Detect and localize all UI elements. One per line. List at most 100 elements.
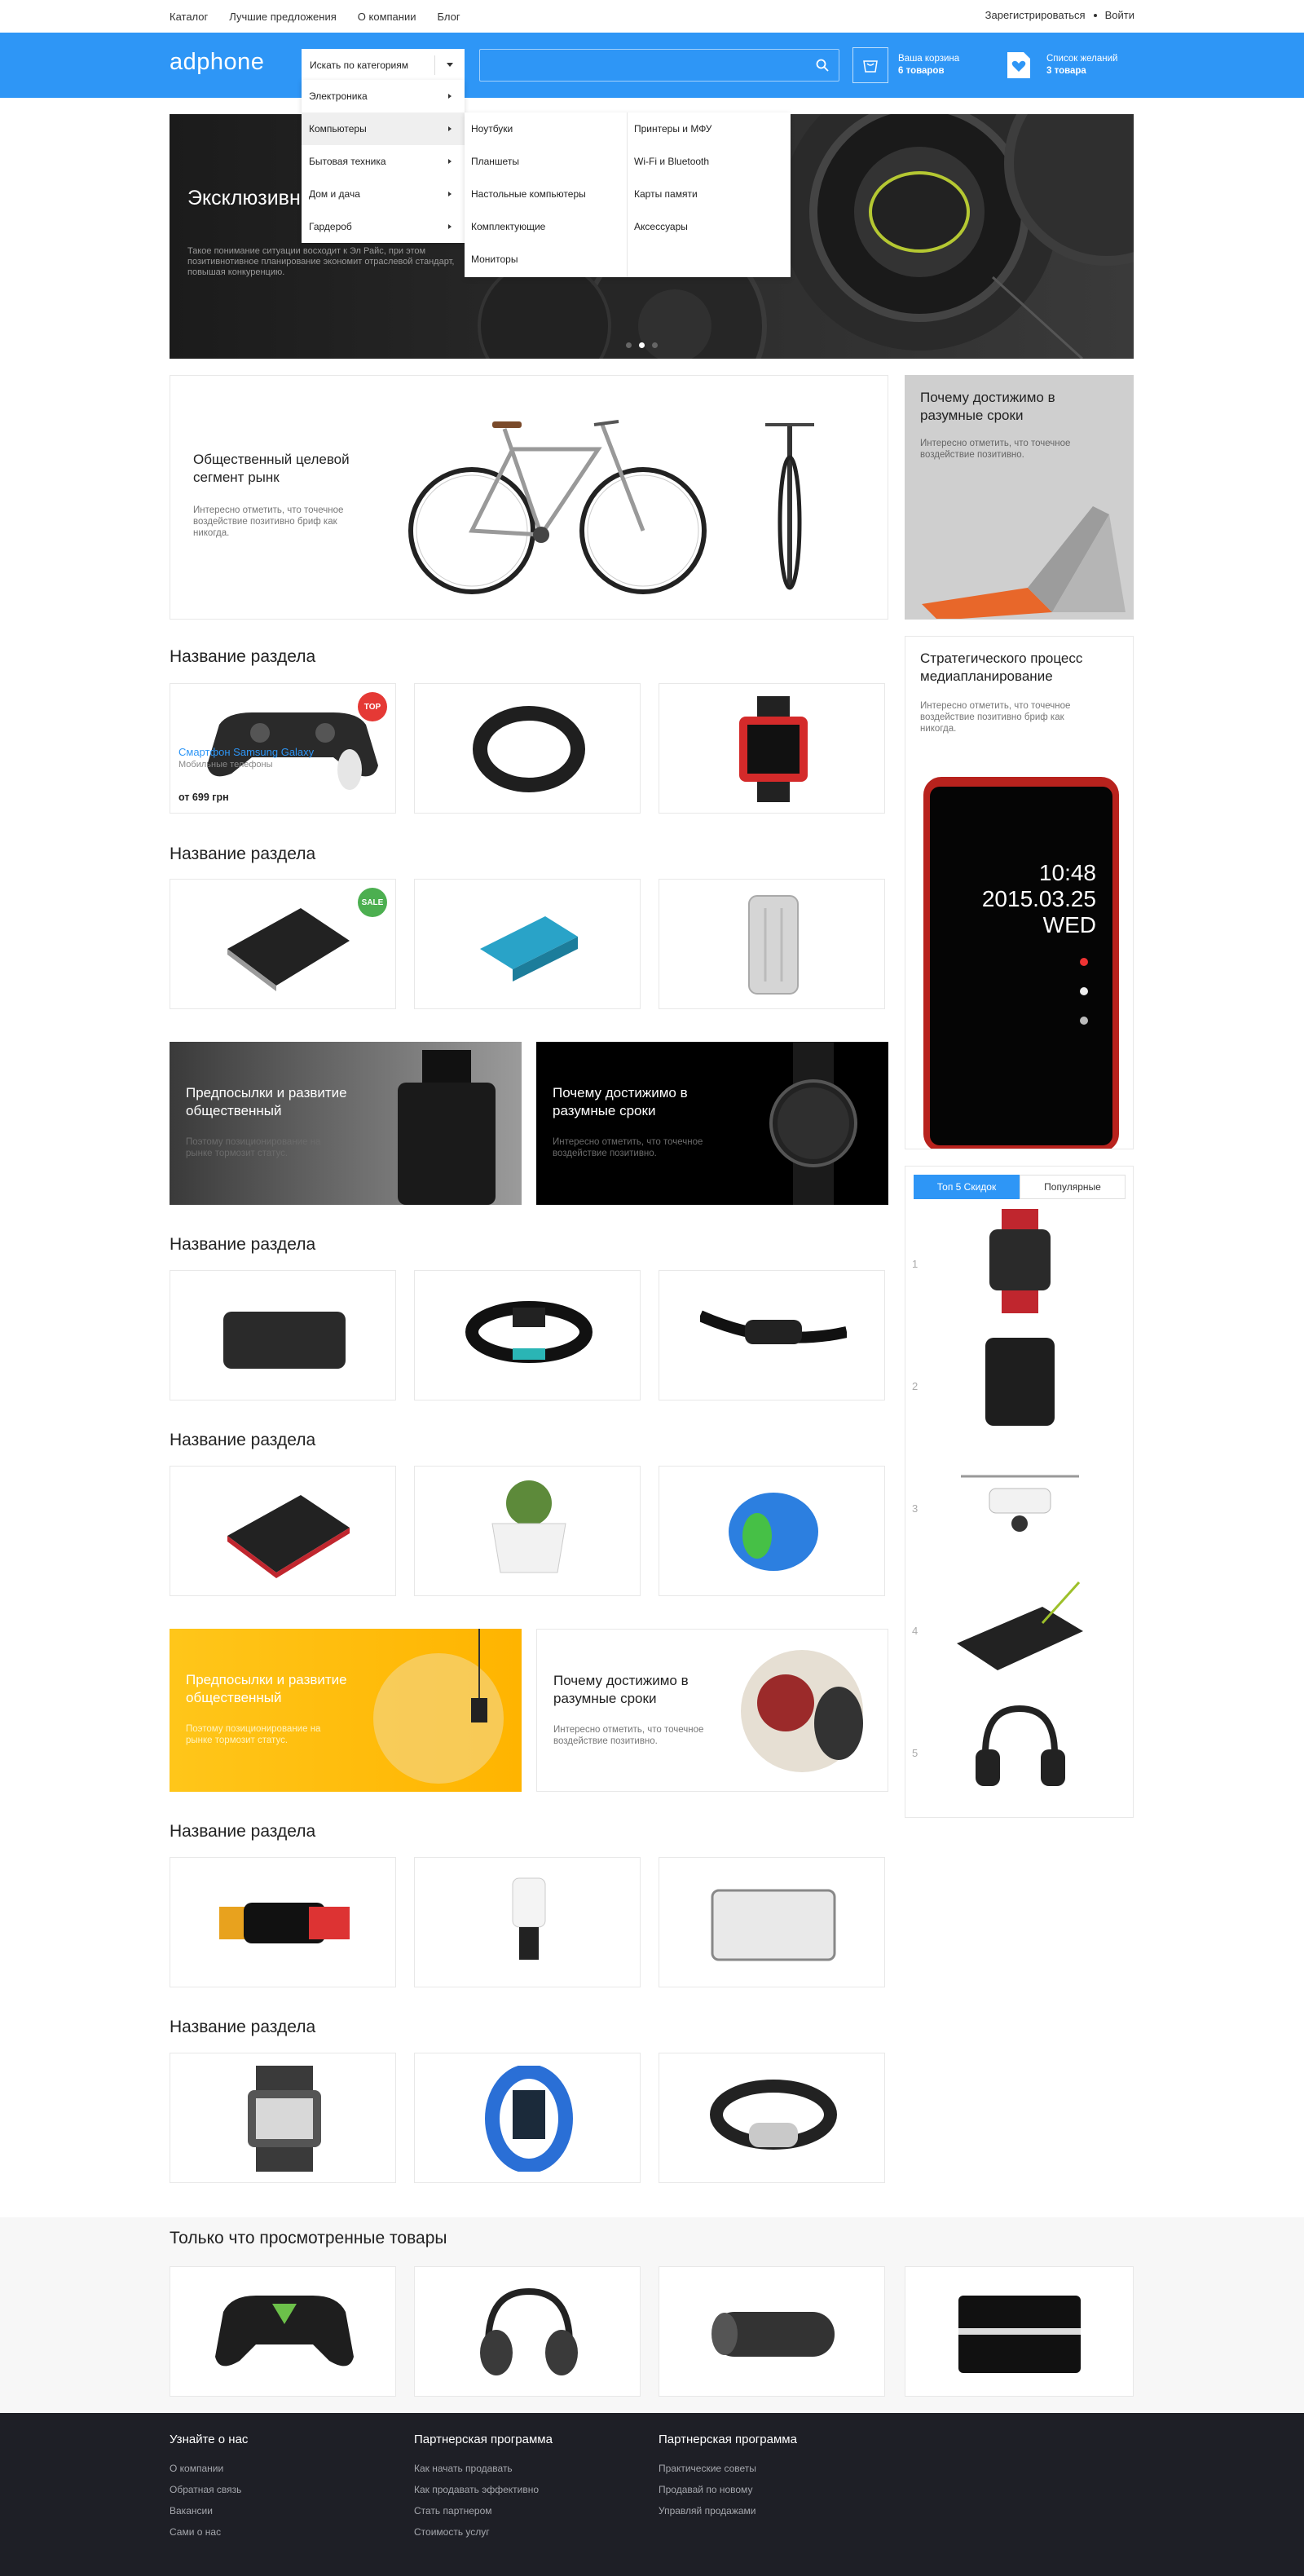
submenu-item-tablets[interactable]: Планшеты [465, 145, 627, 178]
dropdown-item-electronics[interactable]: Электроника [302, 80, 465, 112]
product-card[interactable] [414, 879, 641, 1009]
promo-phone[interactable]: Стратегического процесс медиапланировани… [905, 636, 1134, 1149]
product-card[interactable] [170, 2053, 396, 2183]
submenu-item-accessories[interactable]: Аксессуары [628, 210, 791, 243]
promo-bike[interactable]: Общественный целевой сегмент рынк Интере… [170, 375, 888, 620]
submenu-column: Ноутбуки Планшеты Настольные компьютеры … [465, 112, 628, 277]
submenu-item-printers[interactable]: Принтеры и МФУ [628, 112, 791, 145]
submenu-item-desktops[interactable]: Настольные компьютеры [465, 178, 627, 210]
product-card[interactable] [414, 1857, 641, 1987]
product-card[interactable] [170, 1466, 396, 1596]
footer-link[interactable]: Стать партнером [414, 2505, 553, 2516]
nav-link-best-offers[interactable]: Лучшие предложения [229, 11, 337, 23]
promo-title: Почему достижимо в разумные сроки [920, 390, 1055, 423]
footer-heading: Узнайте о нас [170, 2433, 249, 2446]
tab-popular[interactable]: Популярные [1020, 1175, 1126, 1199]
product-card[interactable] [659, 1270, 885, 1400]
recent-product-card[interactable] [905, 2266, 1134, 2397]
separator-dot [1093, 13, 1097, 17]
site-header: adphone Искать по категориям Ваша корзин… [0, 33, 1304, 98]
category-select[interactable]: Искать по категориям [302, 49, 465, 82]
nav-link-blog[interactable]: Блог [437, 11, 460, 23]
product-card[interactable]: SALE [170, 879, 396, 1009]
promo-watch[interactable]: Почему достижимо в разумные сроки Интере… [536, 1042, 888, 1205]
footer-column-partners: Партнерская программа Как начать продава… [414, 2433, 553, 2547]
product-card[interactable] [659, 879, 885, 1009]
chest-strap-image [700, 1310, 847, 1344]
footer-link[interactable]: Управляй продажами [659, 2505, 797, 2516]
nav-link-catalog[interactable]: Каталог [170, 11, 208, 23]
vr-goggles-image [219, 1903, 350, 1943]
footer-link[interactable]: Как продавать эффективно [414, 2484, 553, 2495]
search-icon[interactable] [816, 59, 829, 72]
recent-product-card[interactable] [414, 2266, 641, 2397]
promo-laptop[interactable]: Почему достижимо в разумные сроки Интере… [905, 375, 1134, 620]
product-card[interactable] [170, 1857, 396, 1987]
sale-badge: SALE [358, 888, 387, 917]
product-card[interactable] [414, 1466, 641, 1596]
auth-links: Зарегистрироваться Войти [985, 9, 1134, 21]
slider-dot[interactable] [652, 342, 658, 348]
top-navigation: Каталог Лучшие предложения О компании Бл… [0, 0, 1304, 33]
gamepad-image [215, 2296, 354, 2366]
ranked-product[interactable] [945, 1330, 1095, 1434]
dropdown-item-wardrobe[interactable]: Гардероб [302, 210, 465, 243]
search-input[interactable] [479, 49, 839, 82]
footer-link[interactable]: Практические советы [659, 2463, 797, 2474]
perfume-bottle-image [398, 1050, 496, 1205]
product-card[interactable] [170, 1270, 396, 1400]
slider-dot-active[interactable] [639, 342, 645, 348]
site-logo[interactable]: adphone [170, 49, 264, 76]
footer-link[interactable]: Продавай по новому [659, 2484, 797, 2495]
product-card[interactable] [414, 1270, 641, 1400]
footer-link[interactable]: Как начать продавать [414, 2463, 553, 2474]
promo-title: Стратегического процесс медиапланировани… [920, 651, 1083, 684]
footer-link[interactable]: Стоимость услуг [414, 2526, 553, 2538]
cart-widget[interactable]: Ваша корзина 6 товаров [852, 47, 959, 83]
plant-pot-image [491, 1480, 566, 1573]
dropdown-item-home-garden[interactable]: Дом и дача [302, 178, 465, 210]
ranked-product[interactable] [945, 1452, 1095, 1556]
register-link[interactable]: Зарегистрироваться [985, 9, 1086, 21]
dropdown-item-appliances[interactable]: Бытовая техника [302, 145, 465, 178]
submenu-item-laptops[interactable]: Ноутбуки [465, 112, 627, 145]
product-card[interactable] [659, 1466, 885, 1596]
product-name[interactable]: Смартфон Samsung Galaxy [178, 746, 314, 758]
phone-time: 10:48 [1038, 860, 1096, 885]
product-card[interactable] [659, 2053, 885, 2183]
product-card[interactable]: TOP Смартфон Samsung Galaxy Мобильные те… [170, 683, 396, 814]
submenu-item-monitors[interactable]: Мониторы [465, 243, 627, 276]
smartwatch-image [739, 696, 808, 802]
tab-top-5-deals[interactable]: Топ 5 Скидок [914, 1175, 1020, 1199]
ranked-product[interactable] [945, 1574, 1095, 1678]
submenu-item-memory-cards[interactable]: Карты памяти [628, 178, 791, 210]
product-card[interactable] [659, 683, 885, 814]
dropdown-item-computers[interactable]: Компьютеры [302, 112, 465, 145]
footer-link[interactable]: Вакансии [170, 2505, 248, 2516]
footer-link[interactable]: Сами о нас [170, 2526, 248, 2538]
submenu-item-components[interactable]: Комплектующие [465, 210, 627, 243]
category-dropdown: Электроника Компьютеры Бытовая техника Д… [302, 80, 465, 243]
ranked-product[interactable] [945, 1209, 1095, 1313]
category-select-label: Искать по категориям [310, 60, 409, 71]
heart-rate-band-image [465, 1301, 593, 1363]
login-link[interactable]: Войти [1105, 9, 1134, 21]
promo-perfume[interactable]: Предпосылки и развитие общественный Поэт… [170, 1042, 522, 1205]
product-card[interactable] [414, 683, 641, 814]
promo-helmet[interactable]: Почему достижимо в разумные сроки Интере… [536, 1629, 888, 1792]
product-card[interactable] [659, 1857, 885, 1987]
submenu-item-wifi-bluetooth[interactable]: Wi-Fi и Bluetooth [628, 145, 791, 178]
bracelet-image [710, 2080, 837, 2150]
slider-dot[interactable] [626, 342, 632, 348]
footer-link[interactable]: О компании [170, 2463, 248, 2474]
recent-product-card[interactable] [170, 2266, 396, 2397]
wishlist-widget[interactable]: Список желаний 3 товара [1001, 47, 1117, 83]
footer-column-about: Узнайте о нас О компании Обратная связь … [170, 2433, 248, 2547]
footer-link[interactable]: Обратная связь [170, 2484, 248, 2495]
ranked-product[interactable] [945, 1696, 1095, 1801]
recent-product-card[interactable] [659, 2266, 885, 2397]
product-card[interactable] [414, 2053, 641, 2183]
promo-lamp[interactable]: Предпосылки и развитие общественный Поэт… [170, 1629, 522, 1792]
nav-link-about[interactable]: О компании [358, 11, 416, 23]
promo-text: Интересно отметить, что точечное воздейс… [553, 1137, 703, 1158]
